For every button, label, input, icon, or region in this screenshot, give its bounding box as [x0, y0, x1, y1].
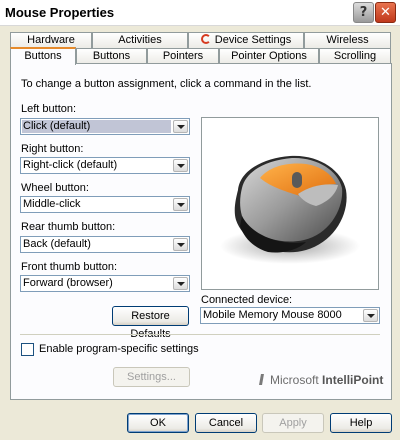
microsoft-intellipoint-logo: Microsoft IntelliPoint: [259, 373, 384, 387]
tab-pointers[interactable]: Pointers: [147, 48, 219, 64]
tab-label: Wireless: [326, 34, 369, 46]
left-button-label: Left button:: [21, 103, 77, 115]
rear-thumb-button-value: Back (default): [23, 238, 91, 250]
cancel-button[interactable]: Cancel: [195, 413, 257, 433]
connected-device-value: Mobile Memory Mouse 8000: [203, 309, 342, 321]
tab-label: Hardware: [27, 34, 75, 46]
chevron-down-icon[interactable]: [363, 309, 378, 322]
mouse-image: [220, 155, 360, 264]
front-thumb-button-label: Front thumb button:: [21, 261, 117, 273]
tab-pointer-options[interactable]: Pointer Options: [219, 48, 319, 64]
divider: [20, 334, 380, 335]
mouse-properties-window: Mouse Properties ? ✕ Hardware Activities…: [0, 0, 400, 440]
help-title-button[interactable]: ?: [353, 2, 374, 23]
connected-device-label: Connected device:: [201, 294, 293, 306]
chevron-down-icon[interactable]: [173, 277, 188, 290]
tab-label: Buttons: [92, 50, 131, 62]
front-thumb-button-select[interactable]: Forward (browser): [20, 275, 190, 292]
tab-buttons[interactable]: Buttons: [76, 48, 147, 64]
instruction-text: To change a button assignment, click a c…: [21, 78, 312, 90]
left-button-value: Click (default): [22, 120, 171, 133]
cursor-logo-icon: [259, 374, 268, 385]
close-icon: ✕: [380, 5, 391, 20]
program-specific-checkbox[interactable]: [21, 343, 34, 356]
brand-product: IntelliPoint: [322, 373, 384, 387]
window-title: Mouse Properties: [5, 5, 115, 20]
left-button-select[interactable]: Click (default): [20, 118, 190, 135]
front-thumb-button-value: Forward (browser): [23, 277, 113, 289]
tab-activities[interactable]: Activities: [92, 32, 188, 48]
tab-label: Buttons: [24, 50, 62, 62]
program-specific-label[interactable]: Enable program-specific settings: [39, 343, 199, 355]
tab-label: Activities: [118, 34, 162, 46]
tab-hardware[interactable]: Hardware: [10, 32, 92, 48]
chevron-down-icon[interactable]: [173, 120, 188, 133]
brand-prefix: Microsoft: [270, 373, 319, 387]
tab-label: Pointer Options: [231, 50, 307, 62]
ok-button[interactable]: OK: [127, 413, 189, 433]
wheel-button-value: Middle-click: [23, 198, 81, 210]
title-bar[interactable]: Mouse Properties ? ✕: [0, 0, 400, 26]
tab-label: Pointers: [162, 50, 204, 62]
help-button[interactable]: Help: [330, 413, 392, 433]
restore-defaults-button[interactable]: Restore Defaults: [112, 306, 189, 340]
mouse-image-frame: [201, 117, 379, 290]
settings-button[interactable]: Settings...: [113, 367, 190, 387]
tab-buttons-active[interactable]: Buttons: [10, 47, 76, 65]
question-mark-icon: ?: [359, 5, 368, 20]
tab-wireless[interactable]: Wireless: [304, 32, 391, 48]
device-settings-icon: [200, 34, 211, 44]
chevron-down-icon[interactable]: [173, 159, 188, 172]
tab-device-settings[interactable]: Device Settings: [188, 32, 304, 48]
chevron-down-icon[interactable]: [173, 198, 188, 211]
right-button-label: Right button:: [21, 143, 84, 155]
chevron-down-icon[interactable]: [173, 238, 188, 251]
wheel-button-label: Wheel button:: [21, 182, 89, 194]
right-button-select[interactable]: Right-click (default): [20, 157, 190, 174]
rear-thumb-button-label: Rear thumb button:: [21, 221, 116, 233]
apply-button[interactable]: Apply: [262, 413, 324, 433]
tab-label: Scrolling: [333, 50, 377, 62]
tab-label: Device Settings: [214, 34, 292, 46]
rear-thumb-button-select[interactable]: Back (default): [20, 236, 190, 253]
right-button-value: Right-click (default): [23, 159, 118, 171]
close-window-button[interactable]: ✕: [375, 2, 396, 23]
wheel-button-select[interactable]: Middle-click: [20, 196, 190, 213]
tab-scrolling[interactable]: Scrolling: [319, 48, 391, 64]
connected-device-select[interactable]: Mobile Memory Mouse 8000: [200, 307, 380, 324]
